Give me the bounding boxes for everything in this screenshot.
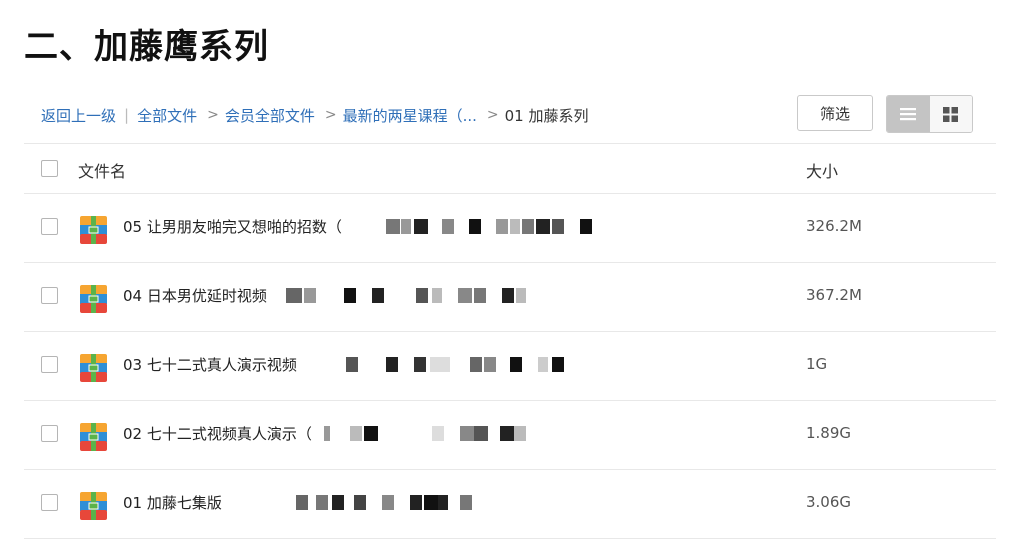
- redaction-block: [304, 288, 316, 303]
- archive-icon: [80, 285, 107, 313]
- redaction-block: [432, 288, 442, 303]
- redaction-block: [350, 426, 362, 441]
- table-row[interactable]: 03 七十二式真人演示视频 1G: [24, 332, 996, 401]
- file-name[interactable]: 02 七十二式视频真人演示（: [123, 423, 312, 444]
- file-size: 3.06G: [806, 493, 852, 511]
- redaction-block: [438, 495, 448, 510]
- file-size: 1G: [806, 355, 828, 373]
- table-row[interactable]: 01 加藤七集版 3.06G: [24, 470, 996, 539]
- file-name[interactable]: 03 七十二式真人演示视频: [123, 354, 297, 375]
- row-checkbox[interactable]: [41, 287, 58, 304]
- redaction-block: [410, 495, 422, 510]
- table-row[interactable]: 02 七十二式视频真人演示（ 1.89G: [24, 401, 996, 470]
- file-size: 326.2M: [806, 217, 862, 235]
- redaction-block: [316, 495, 328, 510]
- redaction-block: [496, 219, 508, 234]
- redaction-block: [414, 219, 428, 234]
- file-size: 1.89G: [806, 424, 852, 442]
- table-row[interactable]: 05 让男朋友啪完又想啪的招数（ 326.2M: [24, 194, 996, 263]
- breadcrumb-courses[interactable]: 最新的两星课程（...: [343, 105, 477, 126]
- view-toggle: [886, 95, 973, 133]
- filter-button[interactable]: 筛选: [797, 95, 873, 131]
- redaction-block: [522, 219, 534, 234]
- redaction-block: [474, 426, 488, 441]
- size-column-header[interactable]: 大小: [806, 158, 838, 182]
- breadcrumb-all-files[interactable]: 全部文件: [137, 105, 197, 126]
- file-name[interactable]: 01 加藤七集版: [123, 492, 222, 513]
- row-checkbox[interactable]: [41, 218, 58, 235]
- redaction-block: [502, 288, 514, 303]
- redaction-block: [324, 426, 330, 441]
- file-size: 367.2M: [806, 286, 862, 304]
- breadcrumb-arrow: >: [486, 107, 499, 123]
- table-header: 文件名 大小: [24, 143, 996, 194]
- file-name[interactable]: 05 让男朋友啪完又想啪的招数（: [123, 216, 342, 237]
- redaction-block: [469, 219, 481, 234]
- redaction-block: [296, 495, 308, 510]
- name-column-header[interactable]: 文件名: [78, 158, 126, 182]
- redaction-block: [484, 357, 496, 372]
- list-icon: [900, 108, 917, 121]
- redaction-block: [580, 219, 592, 234]
- redaction-block: [516, 288, 526, 303]
- redaction-block: [458, 288, 472, 303]
- redaction-block: [538, 357, 548, 372]
- redaction-block: [386, 357, 398, 372]
- redaction-block: [474, 288, 486, 303]
- redaction-block: [460, 495, 472, 510]
- file-table: 文件名 大小 05 让男朋友啪完又想啪的招数（ 326.2M 04 日本男优延时…: [24, 143, 996, 539]
- archive-icon: [80, 423, 107, 451]
- redaction-block: [286, 288, 302, 303]
- archive-icon: [80, 354, 107, 382]
- redaction-block: [442, 219, 454, 234]
- redaction-block: [386, 219, 400, 234]
- grid-view-button[interactable]: [929, 96, 972, 132]
- archive-icon: [80, 216, 107, 244]
- redaction-block: [500, 426, 514, 441]
- redaction-block: [470, 357, 482, 372]
- page-title: 二、加藤鹰系列: [24, 27, 269, 67]
- archive-icon: [80, 492, 107, 520]
- redaction-block: [510, 219, 520, 234]
- list-view-button[interactable]: [887, 96, 930, 132]
- row-checkbox[interactable]: [41, 425, 58, 442]
- back-link[interactable]: 返回上一级: [41, 105, 116, 126]
- redaction-block: [424, 495, 438, 510]
- redaction-block: [552, 357, 564, 372]
- redaction-block: [460, 426, 474, 441]
- redaction-block: [536, 219, 550, 234]
- redaction-block: [514, 426, 526, 441]
- file-name[interactable]: 04 日本男优延时视频: [123, 285, 267, 306]
- breadcrumb-member-files[interactable]: 会员全部文件: [225, 105, 315, 126]
- redaction-block: [414, 357, 426, 372]
- breadcrumb: 返回上一级 | 全部文件 > 会员全部文件 > 最新的两星课程（... > 01…: [41, 101, 588, 129]
- redaction-block: [430, 357, 450, 372]
- redaction-block: [510, 357, 522, 372]
- redaction-block: [416, 288, 428, 303]
- redaction-block: [344, 288, 356, 303]
- select-all-checkbox[interactable]: [41, 160, 58, 177]
- redaction-block: [346, 357, 358, 372]
- table-row[interactable]: 04 日本男优延时视频 367.2M: [24, 263, 996, 332]
- row-checkbox[interactable]: [41, 356, 58, 373]
- redaction-block: [364, 426, 378, 441]
- breadcrumb-separator: |: [124, 106, 130, 124]
- grid-icon: [943, 106, 959, 122]
- redaction-block: [552, 219, 564, 234]
- redaction-block: [432, 426, 444, 441]
- redaction-block: [382, 495, 394, 510]
- breadcrumb-arrow: >: [207, 107, 219, 123]
- breadcrumb-arrow: >: [324, 107, 337, 123]
- redaction-block: [332, 495, 344, 510]
- redaction-block: [372, 288, 384, 303]
- redaction-block: [354, 495, 366, 510]
- row-checkbox[interactable]: [41, 494, 58, 511]
- breadcrumb-current: 01 加藤系列: [504, 106, 589, 125]
- redaction-block: [401, 219, 411, 234]
